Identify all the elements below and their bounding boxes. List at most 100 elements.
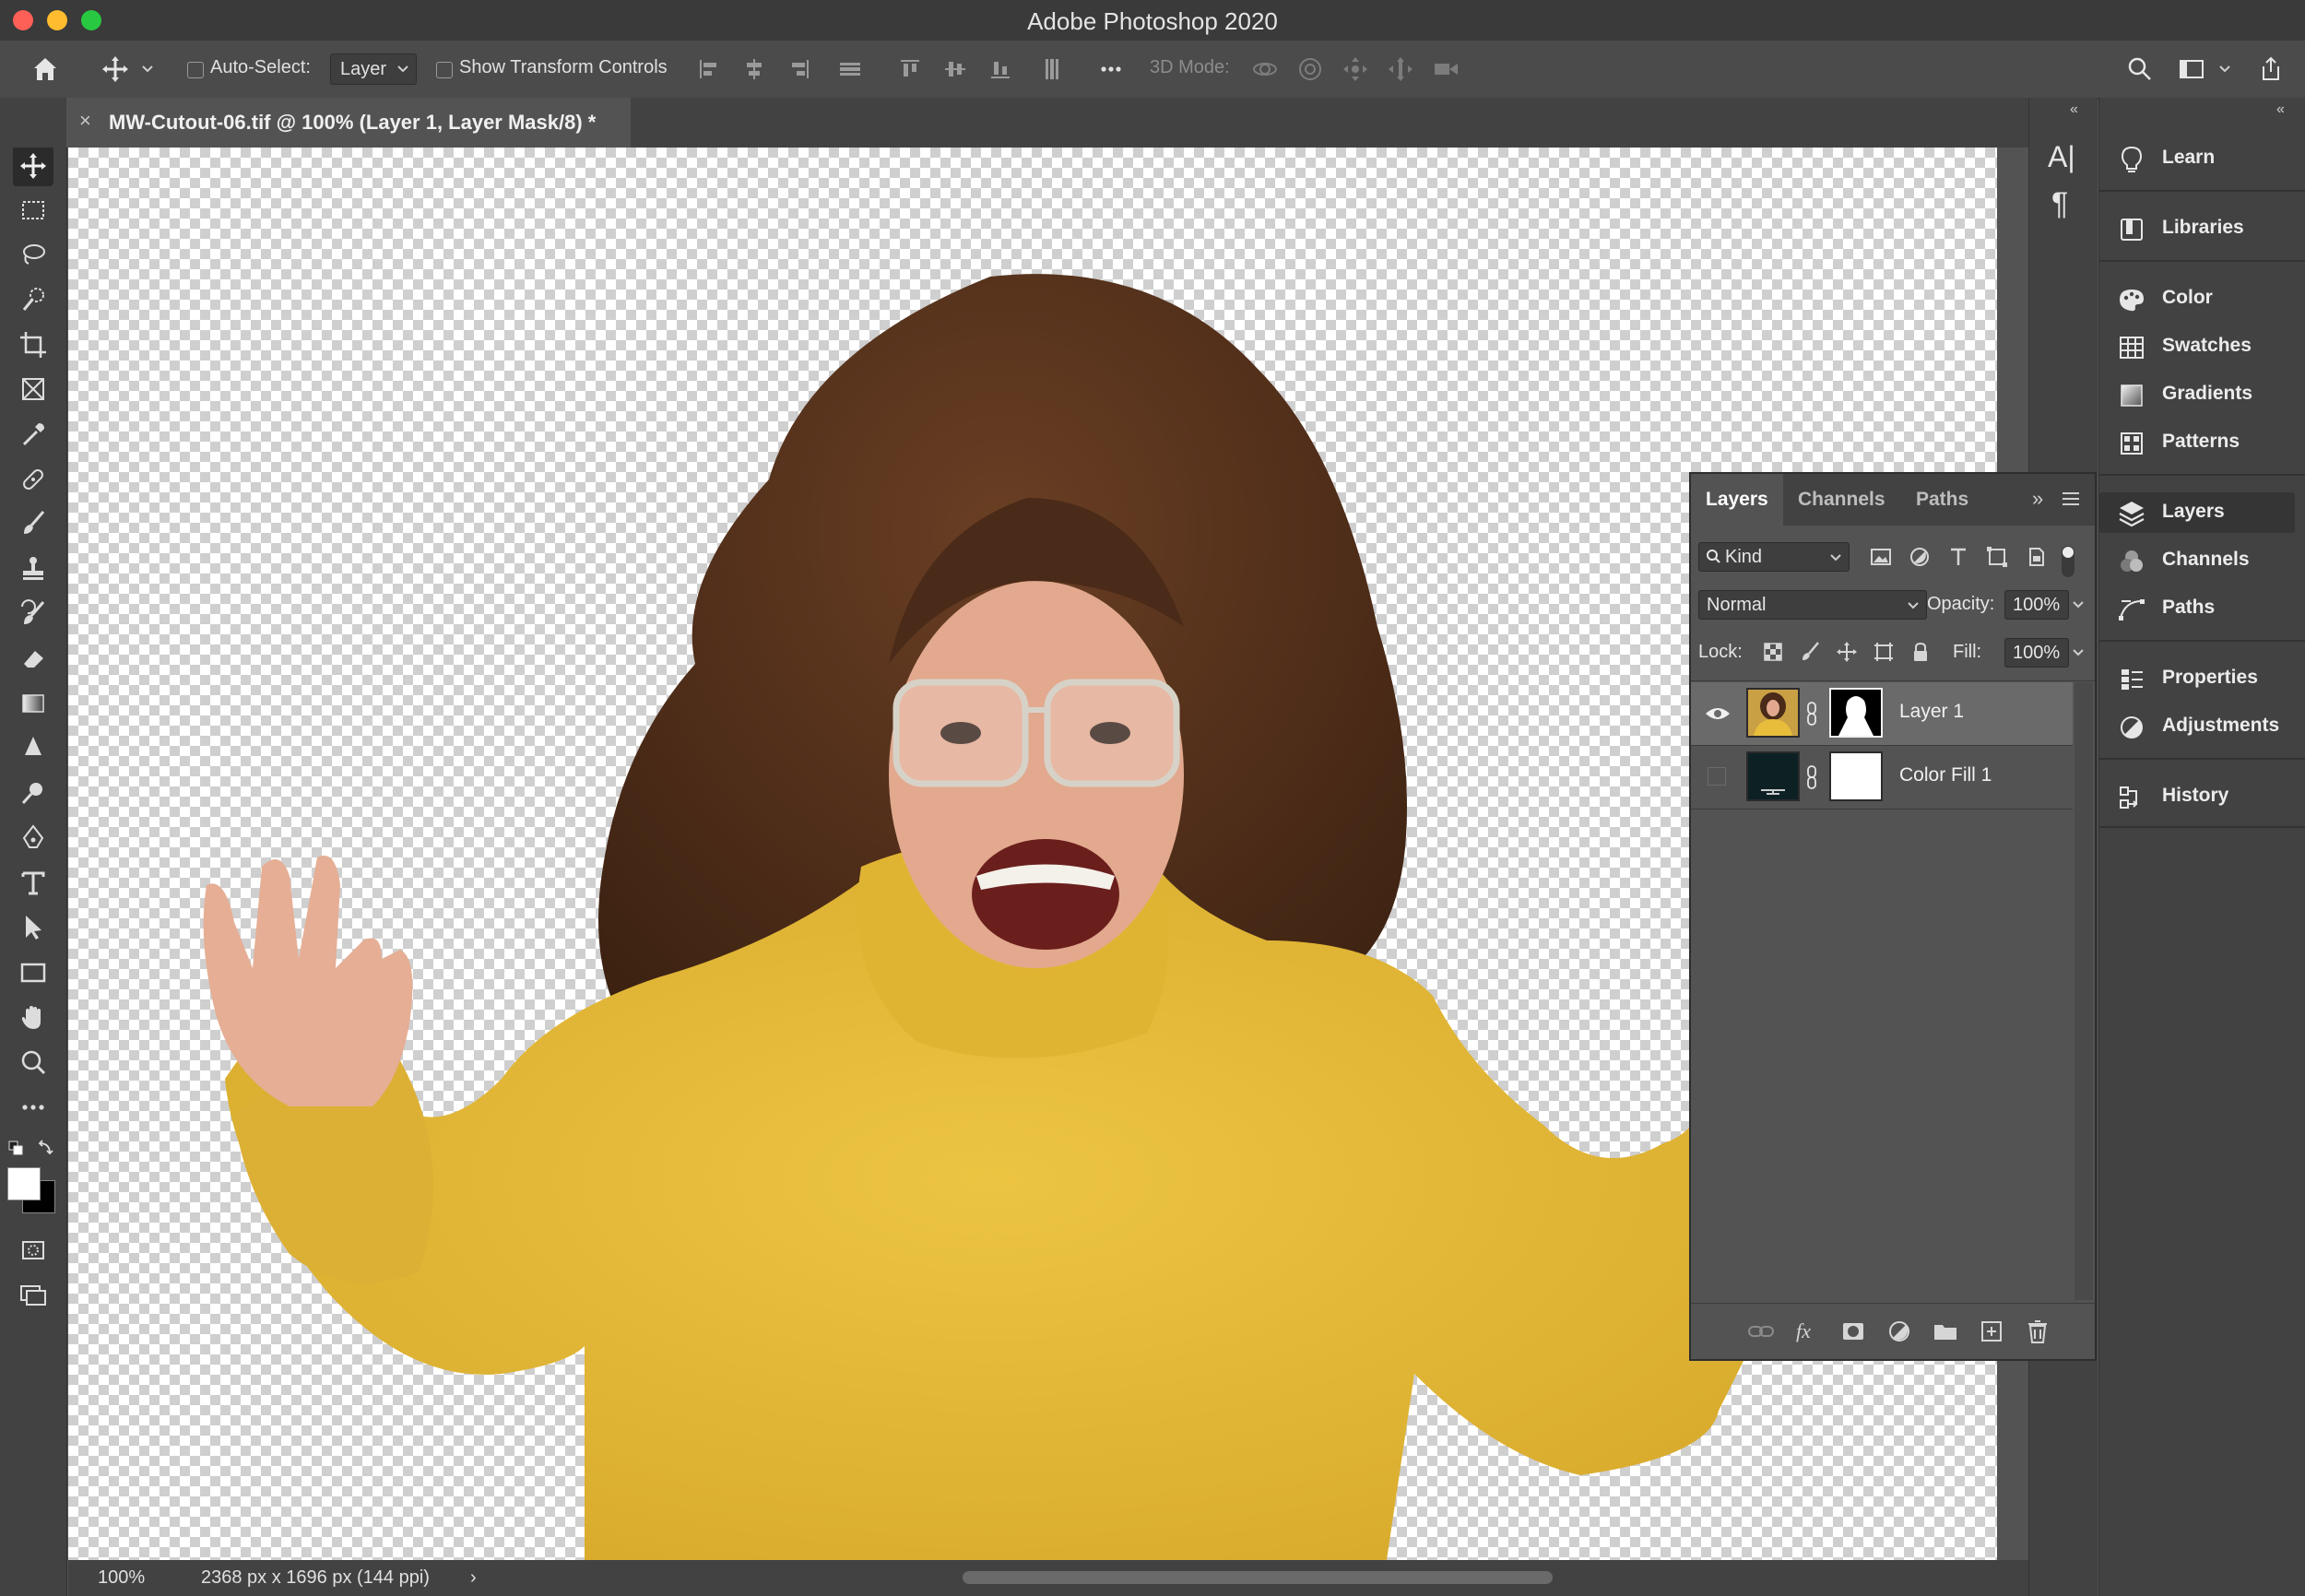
collapse-column-icon[interactable]: «: [2070, 101, 2078, 118]
panel-collapse-icon[interactable]: »: [2032, 487, 2043, 511]
new-layer-icon[interactable]: [1977, 1317, 2006, 1346]
filter-adjustment-layers-icon[interactable]: [1907, 544, 1933, 570]
align-center-icon[interactable]: [739, 53, 770, 85]
default-colors-icon[interactable]: [7, 1140, 26, 1158]
eraser-tool-icon[interactable]: [13, 638, 53, 679]
layer-filter-kind-dropdown[interactable]: Kind: [1698, 542, 1850, 572]
3d-pan-icon[interactable]: [1340, 53, 1371, 85]
dock-item-paths[interactable]: Paths: [2099, 588, 2295, 629]
dock-item-layers[interactable]: Layers: [2099, 492, 2295, 533]
hand-tool-icon[interactable]: [13, 998, 53, 1038]
quick-mask-icon[interactable]: [13, 1230, 53, 1271]
visibility-toggle-off[interactable]: [1708, 767, 1726, 786]
move-tool-preset-icon[interactable]: [100, 53, 131, 85]
dock-item-libraries[interactable]: Libraries: [2099, 208, 2295, 249]
chevron-down-icon[interactable]: [2071, 594, 2086, 614]
edit-toolbar-icon[interactable]: [13, 1087, 53, 1128]
dock-item-patterns[interactable]: Patterns: [2099, 422, 2295, 463]
distribute-vertical-icon[interactable]: [1036, 53, 1068, 85]
align-top-icon[interactable]: [894, 53, 926, 85]
lock-image-pixels-icon[interactable]: [1798, 640, 1822, 664]
workspace-icon[interactable]: [2176, 53, 2207, 85]
type-tool-icon[interactable]: [13, 863, 53, 904]
brush-tool-icon[interactable]: [13, 503, 53, 544]
blend-mode-dropdown[interactable]: Normal: [1698, 590, 1927, 620]
link-icon[interactable]: [1805, 701, 1818, 727]
tab-paths[interactable]: Paths: [1901, 474, 1983, 526]
align-middle-icon[interactable]: [940, 53, 971, 85]
status-menu-arrow[interactable]: ›: [470, 1567, 477, 1589]
3d-orbit-icon[interactable]: [1249, 53, 1281, 85]
fx-icon[interactable]: fx: [1792, 1317, 1822, 1346]
pen-tool-icon[interactable]: [13, 818, 53, 858]
filter-type-layers-icon[interactable]: [1945, 544, 1971, 570]
quick-selection-tool-icon[interactable]: [13, 279, 53, 320]
swap-colors-icon[interactable]: [35, 1138, 55, 1158]
distribute-horizontal-icon[interactable]: [834, 53, 866, 85]
lasso-tool-icon[interactable]: [13, 234, 53, 275]
3d-camera-icon[interactable]: [1430, 53, 1461, 85]
filter-toggle-switch[interactable]: [2062, 546, 2074, 577]
dock-item-color[interactable]: Color: [2099, 278, 2295, 319]
color-fill-1-mask-thumbnail[interactable]: [1829, 751, 1883, 801]
dock-item-history[interactable]: History: [2099, 776, 2295, 817]
foreground-color-swatch[interactable]: [7, 1167, 41, 1200]
new-group-icon[interactable]: [1931, 1317, 1960, 1346]
eyedropper-tool-icon[interactable]: [13, 414, 53, 455]
tab-layers[interactable]: Layers: [1691, 474, 1783, 526]
align-right-icon[interactable]: [784, 53, 815, 85]
character-panel-icon[interactable]: A|: [2048, 140, 2075, 174]
layer-1-thumbnail[interactable]: [1746, 688, 1800, 738]
add-mask-icon[interactable]: [1838, 1317, 1868, 1346]
dock-item-gradients[interactable]: Gradients: [2099, 374, 2295, 415]
layer-1-mask-thumbnail[interactable]: [1829, 688, 1883, 738]
lock-artboard-icon[interactable]: [1872, 640, 1896, 664]
new-adjustment-layer-icon[interactable]: [1885, 1317, 1914, 1346]
chevron-down-icon[interactable]: [138, 53, 157, 85]
dock-item-channels[interactable]: Channels: [2099, 540, 2295, 581]
link-layers-icon[interactable]: [1746, 1317, 1776, 1346]
dock-item-properties[interactable]: Properties: [2099, 658, 2295, 699]
home-icon[interactable]: [30, 53, 61, 85]
search-icon[interactable]: [2124, 53, 2156, 85]
dock-item-adjustments[interactable]: Adjustments: [2099, 706, 2295, 747]
3d-roll-icon[interactable]: [1294, 53, 1326, 85]
paragraph-panel-icon[interactable]: ¶: [2051, 186, 2068, 222]
zoom-tool-icon[interactable]: [13, 1042, 53, 1082]
blur-tool-icon[interactable]: [13, 728, 53, 769]
filter-smart-objects-icon[interactable]: [2023, 544, 2049, 570]
layers-scrollbar[interactable]: [2074, 682, 2093, 1300]
dock-item-learn[interactable]: Learn: [2099, 138, 2295, 179]
zoom-level[interactable]: 100%: [98, 1567, 145, 1589]
history-brush-tool-icon[interactable]: [13, 594, 53, 634]
link-icon[interactable]: [1805, 764, 1818, 790]
frame-tool-icon[interactable]: [13, 369, 53, 409]
trash-icon[interactable]: [2023, 1317, 2052, 1346]
close-tab-icon[interactable]: ×: [79, 109, 91, 133]
color-fill-1-thumbnail[interactable]: [1746, 751, 1800, 801]
gradient-tool-icon[interactable]: [13, 683, 53, 724]
filter-pixel-layers-icon[interactable]: [1868, 544, 1894, 570]
share-icon[interactable]: [2255, 53, 2287, 85]
eye-icon[interactable]: [1704, 703, 1732, 725]
3d-slide-icon[interactable]: [1385, 53, 1416, 85]
fill-field[interactable]: 100%: [2004, 638, 2069, 668]
filter-shape-layers-icon[interactable]: [1984, 544, 2010, 570]
marquee-tool-icon[interactable]: [13, 190, 53, 231]
clone-stamp-tool-icon[interactable]: [13, 549, 53, 589]
document-tab[interactable]: × MW-Cutout-06.tif @ 100% (Layer 1, Laye…: [66, 98, 631, 148]
lock-transparent-pixels-icon[interactable]: [1761, 640, 1785, 664]
layer-row-color-fill-1[interactable]: Color Fill 1: [1691, 746, 2073, 809]
rectangle-tool-icon[interactable]: [13, 952, 53, 993]
healing-brush-tool-icon[interactable]: [13, 459, 53, 500]
show-transform-checkbox[interactable]: [436, 62, 453, 78]
screen-mode-icon[interactable]: [13, 1275, 53, 1316]
path-selection-tool-icon[interactable]: [13, 907, 53, 948]
collapse-dock-icon[interactable]: «: [2276, 101, 2285, 118]
opacity-field[interactable]: 100%: [2004, 590, 2069, 620]
auto-select-checkbox[interactable]: [187, 62, 204, 78]
dock-item-swatches[interactable]: Swatches: [2099, 326, 2295, 367]
crop-tool-icon[interactable]: [13, 325, 53, 365]
align-left-icon[interactable]: [693, 53, 725, 85]
tab-channels[interactable]: Channels: [1783, 474, 1900, 526]
